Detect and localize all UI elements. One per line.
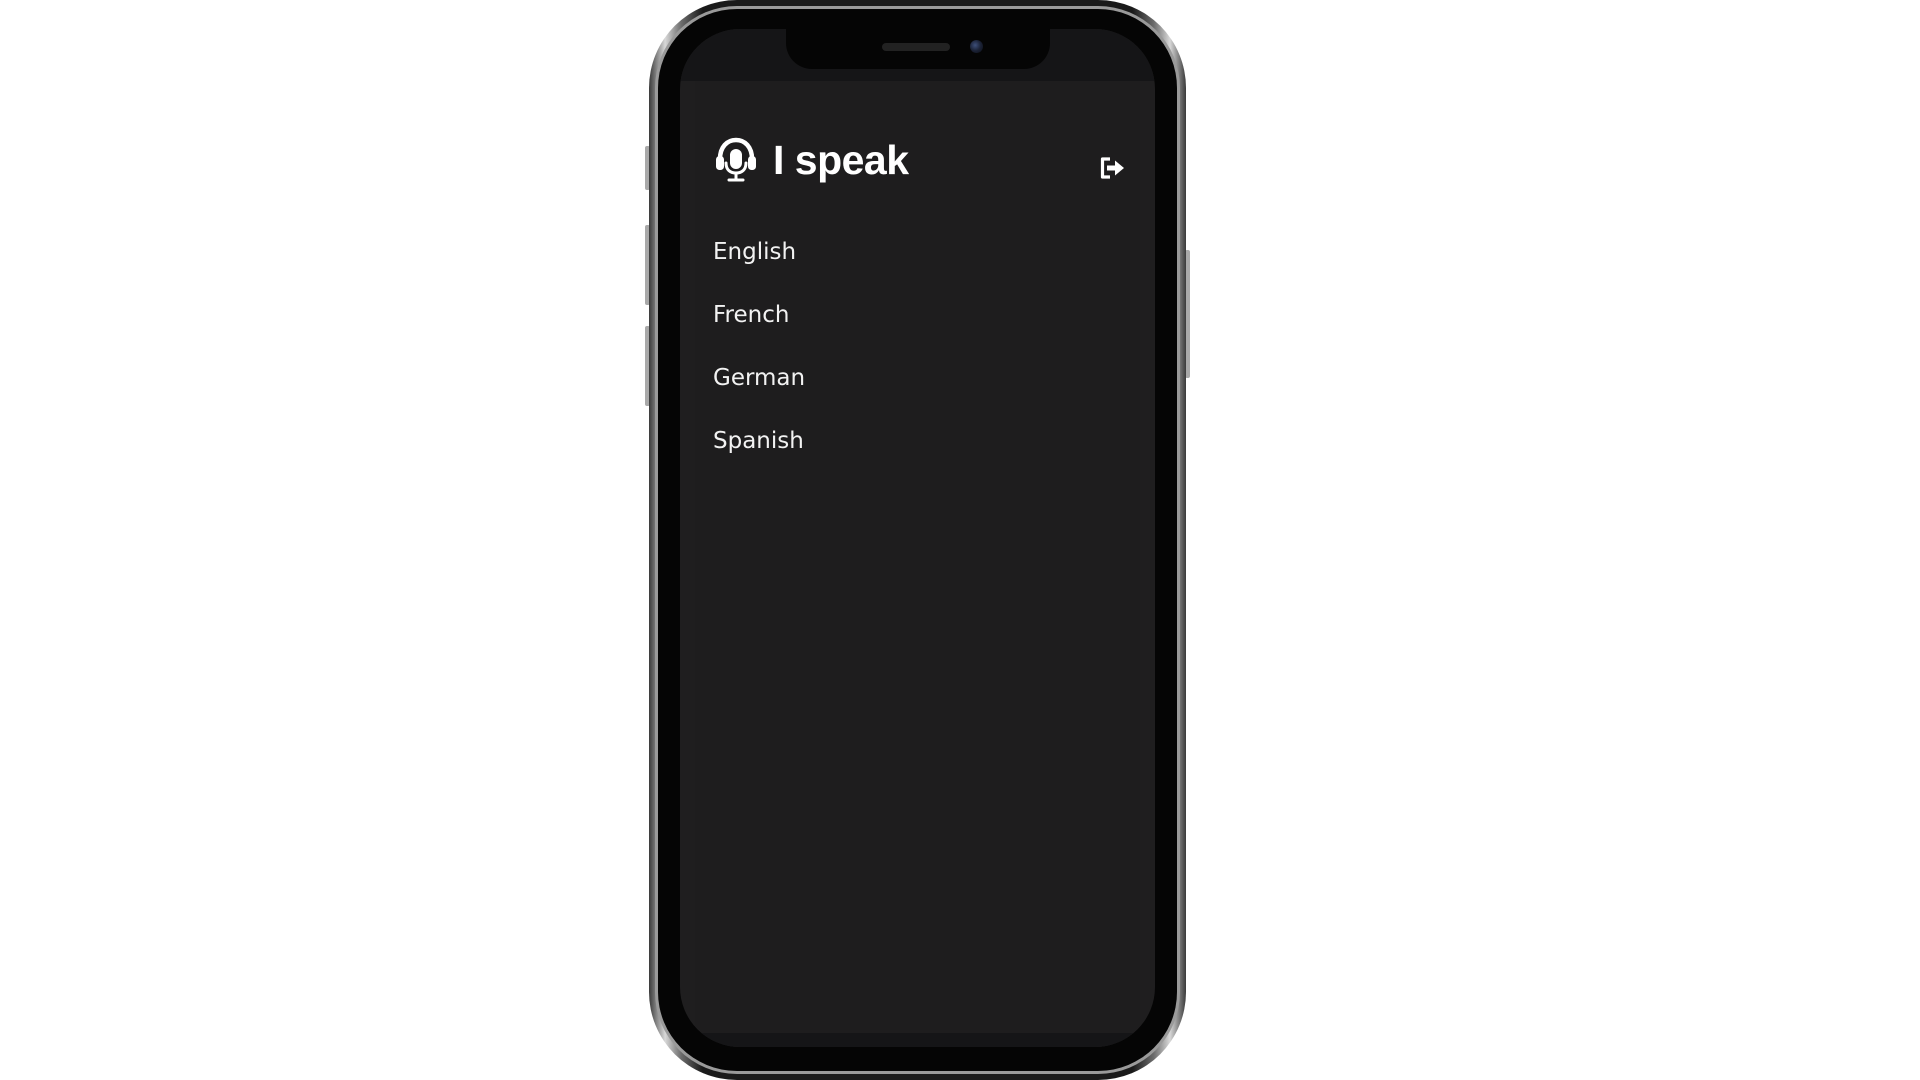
phone-notch	[785, 29, 1050, 69]
bottom-safe-area	[680, 1033, 1155, 1047]
language-item-spanish[interactable]: Spanish	[695, 410, 1140, 473]
logout-icon	[1100, 157, 1126, 183]
app-container: I speak English French German Spanish	[695, 81, 1140, 1047]
language-item-french[interactable]: French	[695, 284, 1140, 347]
front-camera	[969, 40, 983, 53]
logout-button[interactable]	[1100, 157, 1126, 179]
phone-frame: I speak English French German Spanish	[649, 0, 1186, 1080]
speaker-grille	[881, 43, 950, 51]
phone-screen: I speak English French German Spanish	[680, 29, 1155, 1047]
app-title: I speak	[773, 137, 909, 183]
language-item-english[interactable]: English	[695, 221, 1140, 284]
app-header: I speak	[695, 81, 1140, 221]
phone-bezel: I speak English French German Spanish	[658, 9, 1177, 1071]
app-logo[interactable]: I speak	[715, 137, 909, 183]
headset-microphone-icon	[715, 137, 757, 183]
language-list: English French German Spanish	[695, 221, 1140, 473]
phone-frame-ring: I speak English French German Spanish	[655, 6, 1180, 1074]
language-item-german[interactable]: German	[695, 347, 1140, 410]
